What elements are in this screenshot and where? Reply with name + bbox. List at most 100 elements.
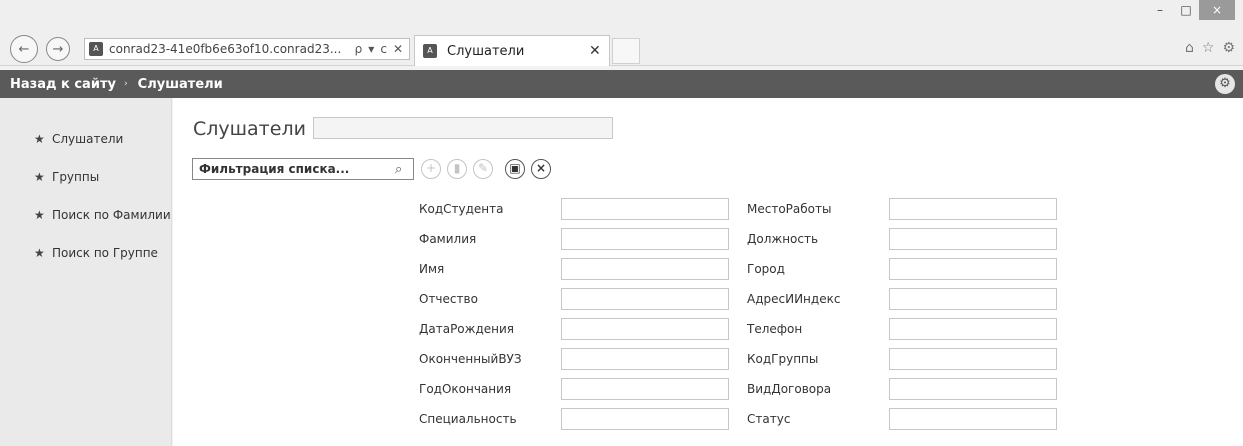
sidebar-item-label: Группы <box>52 170 100 184</box>
forward-button[interactable]: → <box>46 37 70 61</box>
stop-icon[interactable]: ✕ <box>393 42 403 56</box>
field-input-dolzhnost[interactable] <box>889 228 1057 250</box>
star-icon: ★ <box>34 132 45 146</box>
sidebar-item-label: Поиск по Фамилии <box>52 208 171 222</box>
filter-input[interactable]: Фильтрация списка... ⌕ <box>192 158 414 180</box>
field-input-kod-gruppy[interactable] <box>889 348 1057 370</box>
form-row: Фамилия <box>419 224 729 254</box>
field-label: ВидДоговора <box>747 382 832 396</box>
sidebar-item-label: Слушатели <box>52 132 124 146</box>
favorites-star-icon[interactable]: ☆ <box>1202 40 1215 56</box>
field-input-status[interactable] <box>889 408 1057 430</box>
refresh-icon[interactable]: ᴄ <box>380 42 387 56</box>
form-row: ГодОкончания <box>419 374 729 404</box>
form-right-column: МестоРаботы Должность Город АдресИИндекс… <box>747 194 1057 434</box>
address-url[interactable]: conrad23-41e0fb6e63of10.conrad23... <box>109 42 349 56</box>
field-label: Фамилия <box>419 232 477 246</box>
address-bar[interactable]: A conrad23-41e0fb6e63of10.conrad23... ρ … <box>84 38 410 60</box>
breadcrumb-separator: › <box>123 79 128 89</box>
field-input-adres-index[interactable] <box>889 288 1057 310</box>
form-row: КодГруппы <box>747 344 1057 374</box>
field-label: ОконченныйВУЗ <box>419 352 522 366</box>
dropdown-icon[interactable]: ▾ <box>368 42 374 56</box>
home-icon[interactable]: ⌂ <box>1185 40 1194 56</box>
field-input-otchestvo[interactable] <box>561 288 729 310</box>
window-titlebar: – □ × <box>0 0 1243 30</box>
field-input-kodstudenta[interactable] <box>561 198 729 220</box>
form-row: Специальность <box>419 404 729 434</box>
sidebar-item-groups[interactable]: ★ Группы <box>0 158 171 196</box>
form-left-column: КодСтудента Фамилия Имя Отчество ДатаРож… <box>419 194 729 434</box>
field-label: МестоРаботы <box>747 202 832 216</box>
tab-title: Слушатели <box>447 43 525 59</box>
window-controls: – □ × <box>1147 0 1235 26</box>
browser-tab[interactable]: A Слушатели ✕ <box>414 35 610 66</box>
add-icon: + <box>425 161 437 175</box>
back-button[interactable]: ← <box>10 35 38 63</box>
field-label: Должность <box>747 232 819 246</box>
maximize-button[interactable]: □ <box>1173 0 1199 20</box>
field-input-gorod[interactable] <box>889 258 1057 280</box>
save-icon: ▣ <box>509 161 521 175</box>
form-row: КодСтудента <box>419 194 729 224</box>
settings-gear-icon[interactable]: ⚙ <box>1222 40 1235 56</box>
form-row: ОконченныйВУЗ <box>419 344 729 374</box>
app-navbar: Назад к сайту › Слушатели ⚙ <box>0 70 1243 98</box>
field-input-familiya[interactable] <box>561 228 729 250</box>
form-row: Город <box>747 254 1057 284</box>
form-row: Имя <box>419 254 729 284</box>
edit-icon: ✎ <box>477 161 489 175</box>
field-label: Имя <box>419 262 445 276</box>
delete-button[interactable]: ▮ <box>447 159 467 179</box>
field-label: Статус <box>747 412 791 426</box>
cancel-icon: × <box>535 161 547 175</box>
sidebar-item-label: Поиск по Группе <box>52 246 158 260</box>
sidebar-item-listeners[interactable]: ★ Слушатели <box>0 120 171 158</box>
add-button[interactable]: + <box>421 159 441 179</box>
main-content: Слушатели Фильтрация списка... ⌕ + ▮ ✎ ▣… <box>173 98 1243 446</box>
cancel-button[interactable]: × <box>531 159 551 179</box>
field-input-imya[interactable] <box>561 258 729 280</box>
field-input-data-rozhdeniya[interactable] <box>561 318 729 340</box>
minimize-button[interactable]: – <box>1147 0 1173 20</box>
address-tools: ρ ▾ ᴄ ✕ <box>349 42 409 56</box>
field-input-mesto-raboty[interactable] <box>889 198 1057 220</box>
field-label: ДатаРождения <box>419 322 515 336</box>
title-search-field[interactable] <box>313 117 613 139</box>
form-row: ВидДоговора <box>747 374 1057 404</box>
back-to-site-link[interactable]: Назад к сайту <box>0 77 116 92</box>
page-title: Слушатели <box>193 118 306 140</box>
field-label: Специальность <box>419 412 517 426</box>
close-window-button[interactable]: × <box>1199 0 1235 20</box>
close-tab-icon[interactable]: ✕ <box>589 43 609 59</box>
breadcrumb-current[interactable]: Слушатели <box>138 77 223 92</box>
edit-button[interactable]: ✎ <box>473 159 493 179</box>
sidebar-item-search-surname[interactable]: ★ Поиск по Фамилии <box>0 196 171 234</box>
field-input-specialnost[interactable] <box>561 408 729 430</box>
search-icon[interactable]: ⌕ <box>395 162 413 177</box>
form-row: МестоРаботы <box>747 194 1057 224</box>
field-label: КодГруппы <box>747 352 819 366</box>
field-label: Телефон <box>747 322 803 336</box>
star-icon: ★ <box>34 170 45 184</box>
field-label: Город <box>747 262 785 276</box>
search-icon[interactable]: ρ <box>355 42 363 56</box>
filter-placeholder[interactable]: Фильтрация списка... <box>199 162 395 176</box>
field-input-telefon[interactable] <box>889 318 1057 340</box>
app-settings-gear-icon[interactable]: ⚙ <box>1215 74 1235 94</box>
field-input-vid-dogovora[interactable] <box>889 378 1057 400</box>
delete-icon: ▮ <box>453 161 461 175</box>
star-icon: ★ <box>34 208 45 222</box>
form-row: Должность <box>747 224 1057 254</box>
arrow-left-icon: ← <box>18 41 30 57</box>
new-tab-button[interactable] <box>612 38 640 64</box>
sidebar-item-search-group[interactable]: ★ Поиск по Группе <box>0 234 171 272</box>
field-label: Отчество <box>419 292 478 306</box>
form-row: ДатаРождения <box>419 314 729 344</box>
save-button[interactable]: ▣ <box>505 159 525 179</box>
field-input-okonchenny-vuz[interactable] <box>561 348 729 370</box>
arrow-right-icon: → <box>52 41 64 57</box>
field-input-god-okonchaniya[interactable] <box>561 378 729 400</box>
form-row: Отчество <box>419 284 729 314</box>
form-row: Статус <box>747 404 1057 434</box>
